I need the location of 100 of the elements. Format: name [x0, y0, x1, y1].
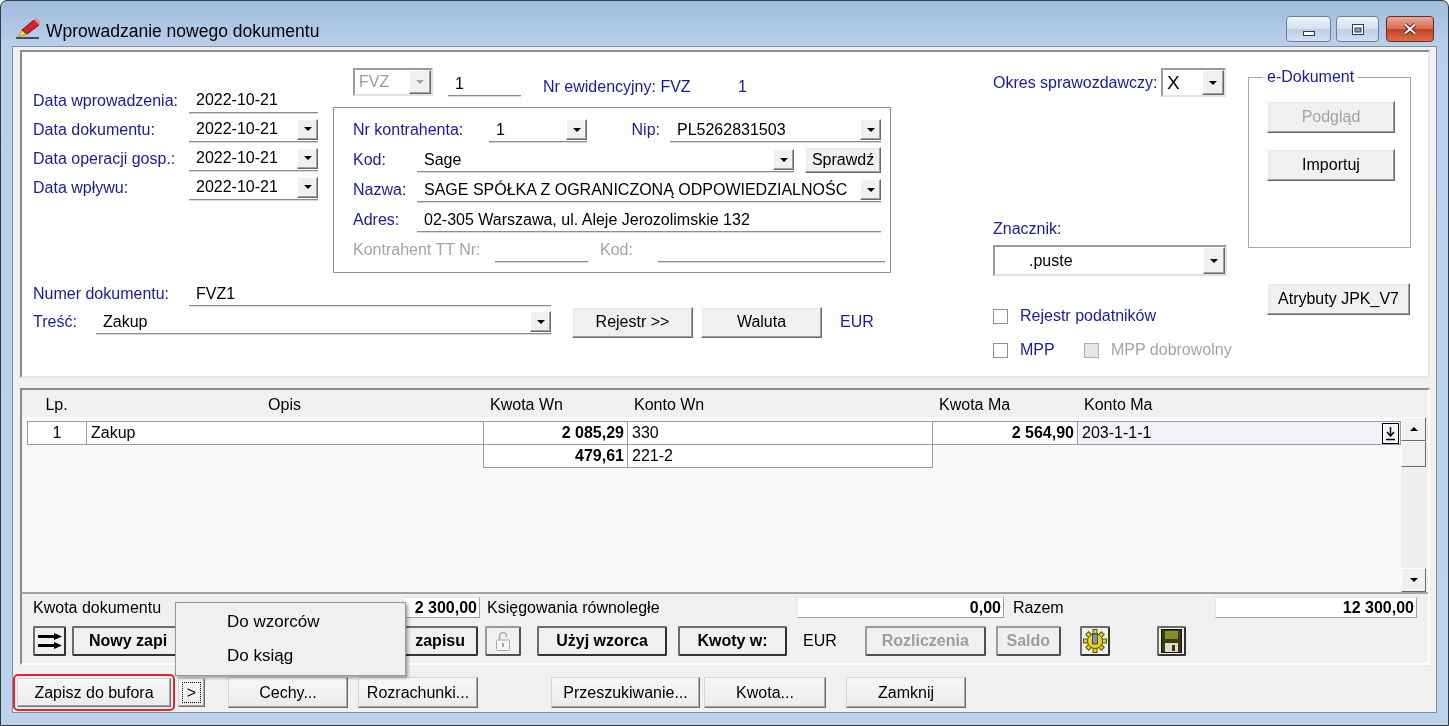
- field-label: Okres sprawozdawczy:: [993, 73, 1158, 92]
- row-number-cell: 1: [27, 421, 87, 445]
- action-button[interactable]: Przeszukiwanie...: [551, 677, 700, 708]
- toolbar-button[interactable]: Nowy zapi: [72, 626, 178, 656]
- menu-item[interactable]: Do wzorców: [178, 605, 403, 639]
- caret-down-icon: [303, 185, 312, 189]
- field-label: Kontrahent TT Nr:: [353, 241, 481, 259]
- maximize-button[interactable]: [1336, 16, 1379, 42]
- import-button[interactable]: Importuj: [1267, 149, 1395, 181]
- currency-button[interactable]: Waluta: [701, 306, 822, 338]
- field-label: Znacznik:: [993, 219, 1062, 238]
- period-select[interactable]: X: [1161, 68, 1226, 97]
- checkbox-label: Rejestr podatników: [1020, 307, 1157, 325]
- dropdown-button[interactable]: [297, 118, 318, 140]
- dropdown-button[interactable]: [773, 149, 794, 170]
- menu-item[interactable]: Do ksiąg: [178, 639, 403, 673]
- column-header: Kwota Ma: [939, 395, 1011, 414]
- download-icon[interactable]: [1382, 422, 1399, 444]
- account-cell[interactable]: 203-1-1-1: [1077, 421, 1401, 445]
- action-button[interactable]: Rozrachunki...: [358, 677, 478, 708]
- caret-down-icon: [779, 157, 788, 162]
- dropdown-button[interactable]: [566, 119, 587, 140]
- dropdown-button[interactable]: [530, 311, 551, 332]
- total-label: Razem: [1013, 598, 1064, 617]
- action-button[interactable]: Kwota...: [704, 677, 826, 708]
- maximize-icon: [1351, 23, 1364, 35]
- action-button[interactable]: Zamknij: [846, 677, 966, 708]
- column-header: Lp.: [45, 395, 68, 414]
- date-field[interactable]: 2022-10-21: [189, 175, 318, 200]
- dropdown-button[interactable]: [1202, 70, 1224, 95]
- minimize-button[interactable]: [1286, 16, 1331, 42]
- gear-icon: [1082, 629, 1107, 653]
- currency-label: EUR: [840, 313, 874, 331]
- account-cell: 330: [627, 421, 933, 445]
- caret-down-icon: [1210, 258, 1218, 263]
- amount-cell: 2 564,90: [932, 421, 1078, 445]
- dropdown-button[interactable]: [860, 179, 881, 200]
- contractor-number-field[interactable]: 1: [489, 118, 587, 142]
- total-field: 2 300,00: [403, 597, 480, 618]
- caret-down-icon: [1409, 578, 1418, 582]
- close-icon: [1403, 23, 1417, 35]
- check-button[interactable]: Sprawdź: [805, 147, 881, 173]
- date-field[interactable]: 2022-10-21: [189, 146, 318, 171]
- toolbar-button[interactable]: zapisu: [403, 626, 478, 656]
- column-header: Kwota Wn: [490, 395, 563, 414]
- code-field[interactable]: Sage: [417, 148, 794, 172]
- field-label: Data dokumentu:: [33, 120, 155, 139]
- column-header: Konto Wn: [634, 395, 705, 414]
- account-text: 203-1-1-1: [1082, 424, 1152, 442]
- total-label: Księgowania równoległe: [487, 598, 660, 617]
- field-label: Treść:: [33, 313, 77, 331]
- dropdown-button[interactable]: [297, 176, 318, 198]
- checkbox[interactable]: [993, 308, 1008, 324]
- content-field[interactable]: Zakup: [96, 310, 551, 334]
- scrollbar-thumb[interactable]: [1401, 441, 1426, 467]
- close-button[interactable]: [1386, 16, 1434, 42]
- name-field[interactable]: SAGE SPÓŁKA Z OGRANICZONĄ ODPOWIEDZIALNOŚC: [417, 178, 881, 202]
- caret-down-icon: [572, 127, 581, 132]
- minimize-icon: [1302, 30, 1315, 36]
- total-label: Kwota dokumentu: [33, 598, 162, 617]
- scroll-up-button[interactable]: [1401, 417, 1426, 441]
- caret-down-icon: [536, 319, 545, 324]
- nip-field[interactable]: PL5262831503: [670, 118, 881, 142]
- gear-button[interactable]: [1079, 626, 1110, 656]
- action-button[interactable]: Cechy...: [228, 677, 348, 708]
- action-button[interactable]: >: [178, 678, 205, 707]
- date-field[interactable]: 2022-10-21: [189, 117, 318, 142]
- caret-up-icon: [1409, 427, 1418, 431]
- register-button[interactable]: Rejestr >>: [572, 306, 693, 338]
- scroll-down-button[interactable]: [1401, 568, 1426, 592]
- marker-select[interactable]: .puste: [993, 245, 1227, 276]
- field-label: Nip:: [631, 121, 660, 139]
- field-label: Data wpływu:: [33, 178, 129, 197]
- double-arrow-icon: [37, 633, 62, 649]
- padlock-icon: [496, 631, 510, 651]
- floppy-icon: [1160, 629, 1182, 653]
- dropdown-button[interactable]: [1203, 247, 1225, 274]
- caret-down-icon: [866, 187, 875, 192]
- field-label: Nr kontrahenta:: [353, 121, 464, 139]
- group-title: e-Dokument: [1266, 68, 1356, 86]
- toolbar-button[interactable]: Kwoty w:: [678, 626, 787, 656]
- pen-icon: [15, 17, 41, 39]
- total-field: 12 300,00: [1215, 597, 1417, 618]
- caret-down-icon: [303, 127, 312, 131]
- action-button[interactable]: Zapisz do bufora: [17, 678, 171, 707]
- dropdown-button[interactable]: [297, 147, 318, 169]
- checkbox[interactable]: [993, 342, 1008, 358]
- field-label: Kod:: [353, 151, 386, 169]
- caret-down-icon: [1209, 80, 1217, 85]
- floppy-button[interactable]: [1156, 626, 1186, 656]
- field-label: Adres:: [353, 211, 400, 229]
- attributes-button[interactable]: Atrybuty JPK_V7: [1267, 283, 1410, 315]
- caret-down-icon: [416, 80, 424, 84]
- dropdown-button[interactable]: [860, 119, 881, 140]
- field-label: Numer dokumentu:: [33, 285, 170, 303]
- field-label: Data wprowadzenia:: [33, 91, 178, 110]
- amount-cell: 2 085,29: [483, 421, 628, 445]
- toolbar-button[interactable]: Użyj wzorca: [537, 626, 667, 656]
- window-title: Wprowadzanie nowego dokumentu: [46, 20, 320, 42]
- arrows-button[interactable]: [33, 626, 66, 656]
